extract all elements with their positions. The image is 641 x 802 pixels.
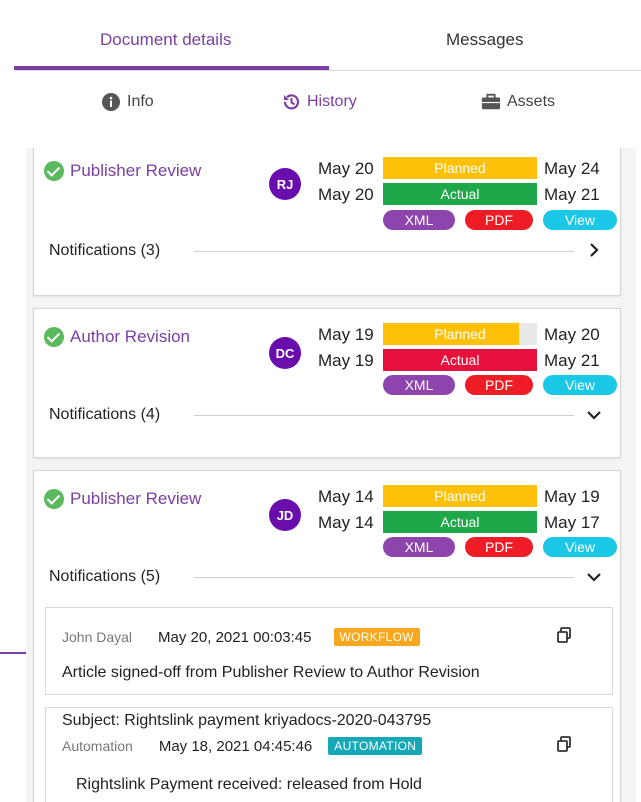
notifications-divider [194,577,574,578]
tabs-divider [14,70,641,71]
actual-end-date: May 21 [544,185,600,204]
info-icon [102,93,120,111]
subtab-history[interactable]: History [281,92,357,112]
document-panel: { "tabs": { "document_details": "Documen… [0,0,641,802]
check-circle-icon [44,161,64,181]
stage-header: Publisher Review [44,489,201,509]
pdf-button[interactable]: PDF [465,537,533,557]
subtab-assets[interactable]: Assets [481,92,555,112]
file-buttons: XML PDF View [383,210,623,232]
notifications-divider [194,251,574,252]
notifications-toggle[interactable]: Notifications (4) [49,406,160,424]
subtab-info[interactable]: Info [101,92,154,112]
start-dates: May 14 May 14 [318,484,374,536]
file-buttons: XML PDF View [383,537,623,559]
chevron-down-icon[interactable] [587,408,601,422]
planned-bar: Planned [383,157,537,179]
pdf-button[interactable]: PDF [465,210,533,230]
planned-start-date: May 14 [318,487,374,506]
stage-card: Publisher Review RJ May 20 May 20 Planne… [33,148,621,296]
copy-icon[interactable] [556,627,572,643]
planned-label: Planned [434,326,486,342]
notification-datetime: May 20, 2021 00:03:45 [158,628,312,646]
stage-card: Author Revision DC May 19 May 19 Planned… [33,308,621,458]
briefcase-icon [481,93,501,110]
stage-header: Publisher Review [44,161,201,181]
check-circle-icon [44,489,64,509]
start-dates: May 19 May 19 [318,322,374,374]
tab-messages[interactable]: Messages [446,30,523,50]
view-button[interactable]: View [543,210,617,230]
notification-text: Rightslink Payment received: released fr… [76,776,422,793]
subtab-assets-label: Assets [507,93,556,110]
top-tabs: Document details Messages [0,0,641,72]
pdf-button[interactable]: PDF [465,375,533,395]
planned-start-date: May 19 [318,325,374,344]
planned-label: Planned [434,160,486,176]
avatar: JD [269,499,301,531]
copy-icon[interactable] [556,736,572,752]
planned-end-date: May 24 [544,159,600,178]
subtab-info-label: Info [127,93,154,110]
xml-button[interactable]: XML [383,210,455,230]
notification-author: John Dayal [62,629,133,645]
notification-text: Article signed-off from Publisher Review… [62,664,480,681]
notification-datetime: May 18, 2021 04:45:46 [158,737,313,755]
stage-card: Publisher Review JD May 14 May 14 Planne… [33,470,621,802]
actual-bar: Actual [383,183,537,205]
notification-author: Automation [62,738,133,754]
avatar: DC [269,337,301,369]
planned-label: Planned [434,488,486,504]
start-dates: May 20 May 20 [318,156,374,208]
xml-button[interactable]: XML [383,537,455,557]
stage-name[interactable]: Publisher Review [70,489,201,509]
check-circle-icon [44,327,64,347]
end-dates: May 20 May 21 [544,322,600,374]
subtab-history-label: History [307,93,357,110]
tab-document-details[interactable]: Document details [100,30,231,50]
notification-subject: Subject: Rightslink payment kriyadocs-20… [62,712,432,729]
notifications-divider [194,415,574,416]
history-icon [283,94,300,110]
actual-end-date: May 21 [544,351,600,370]
planned-end-date: May 20 [544,325,600,344]
file-buttons: XML PDF View [383,375,623,397]
history-list[interactable]: Publisher Review RJ May 20 May 20 Planne… [26,148,636,802]
stage-header: Author Revision [44,327,190,347]
stage-name[interactable]: Publisher Review [70,161,201,181]
notification-item: John Dayal May 20, 2021 00:03:45 WORKFLO… [45,607,613,695]
planned-bar: Planned [383,485,537,507]
planned-end-date: May 19 [544,487,600,506]
planned-bar: Planned [383,323,537,345]
notifications-toggle[interactable]: Notifications (3) [49,242,160,260]
end-dates: May 24 May 21 [544,156,600,208]
view-button[interactable]: View [543,537,617,557]
actual-start-date: May 14 [318,513,374,532]
avatar: RJ [269,168,301,200]
notifications-toggle[interactable]: Notifications (5) [49,568,160,586]
actual-end-date: May 17 [544,513,600,532]
notification-meta: John Dayal May 20, 2021 00:03:45 WORKFLO… [62,628,420,646]
notification-meta: Automation May 18, 2021 04:45:46 AUTOMAT… [62,737,423,755]
actual-start-date: May 20 [318,185,374,204]
stage-name[interactable]: Author Revision [70,327,190,347]
chevron-down-icon[interactable] [587,570,601,584]
chevron-right-icon[interactable] [587,243,601,257]
actual-bar: Actual [383,511,537,533]
actual-start-date: May 19 [318,351,374,370]
end-dates: May 19 May 17 [544,484,600,536]
planned-start-date: May 20 [318,159,374,178]
view-button[interactable]: View [543,375,617,395]
automation-badge: AUTOMATION [328,737,423,755]
workflow-badge: WORKFLOW [333,628,420,646]
actual-bar: Actual [383,349,537,371]
xml-button[interactable]: XML [383,375,455,395]
notification-item: Subject: Rightslink payment kriyadocs-20… [45,707,613,802]
